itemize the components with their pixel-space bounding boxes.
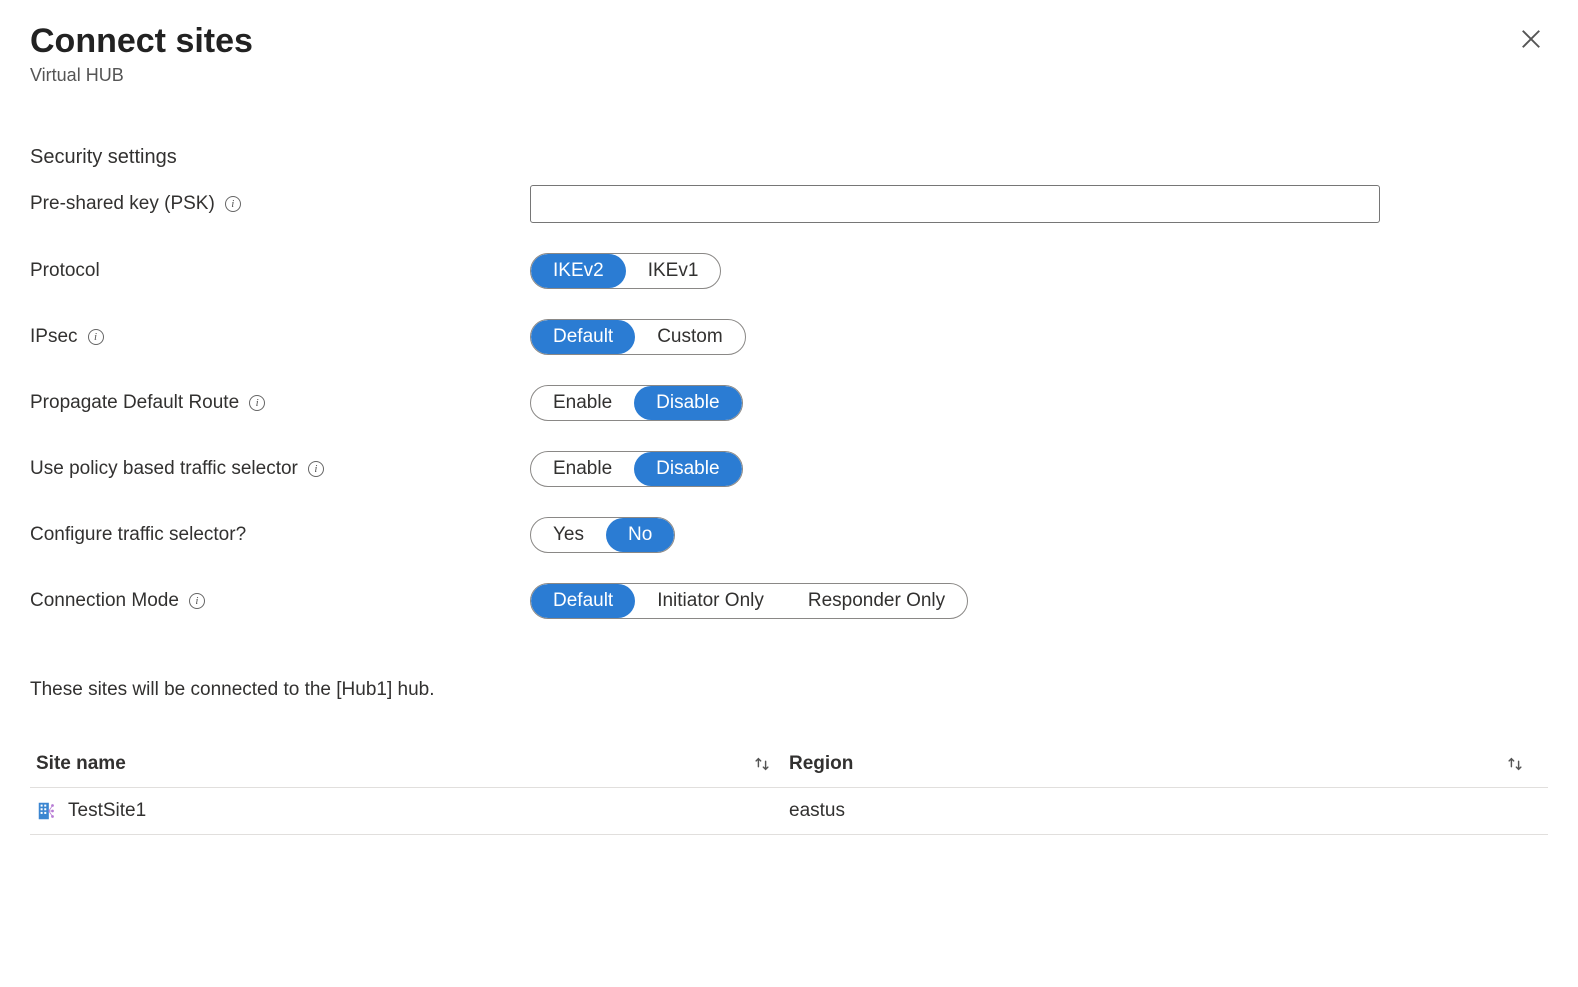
label-configure-selector: Configure traffic selector?: [30, 524, 246, 546]
close-icon: [1520, 34, 1542, 54]
label-psk: Pre-shared key (PSK): [30, 193, 215, 215]
connection-mode-toggle: Default Initiator Only Responder Only: [530, 583, 968, 619]
info-icon[interactable]: i: [249, 395, 265, 411]
propagate-toggle: Enable Disable: [530, 385, 743, 421]
sites-hint-text: These sites will be connected to the [Hu…: [30, 679, 1548, 701]
ipsec-option-custom[interactable]: Custom: [635, 320, 744, 354]
page-title: Connect sites: [30, 22, 253, 61]
label-policy-selector: Use policy based traffic selector: [30, 458, 298, 480]
sites-table: Site name Region: [30, 741, 1548, 835]
column-header-site-name[interactable]: Site name: [36, 753, 126, 775]
connmode-option-responder[interactable]: Responder Only: [786, 584, 967, 618]
policy-selector-toggle: Enable Disable: [530, 451, 743, 487]
policy-option-disable[interactable]: Disable: [634, 452, 741, 486]
info-icon[interactable]: i: [308, 461, 324, 477]
configure-option-no[interactable]: No: [606, 518, 674, 552]
page-subtitle: Virtual HUB: [30, 65, 253, 86]
column-header-region[interactable]: Region: [789, 753, 853, 775]
protocol-toggle: IKEv2 IKEv1: [530, 253, 721, 289]
site-icon: [36, 800, 58, 822]
label-protocol: Protocol: [30, 260, 100, 282]
label-propagate: Propagate Default Route: [30, 392, 239, 414]
table-row[interactable]: TestSite1 eastus: [30, 788, 1548, 835]
protocol-option-ikev1[interactable]: IKEv1: [626, 254, 721, 288]
ipsec-toggle: Default Custom: [530, 319, 746, 355]
close-button[interactable]: [1514, 22, 1548, 61]
policy-option-enable[interactable]: Enable: [531, 452, 634, 486]
label-ipsec: IPsec: [30, 326, 78, 348]
label-connection-mode: Connection Mode: [30, 590, 179, 612]
configure-option-yes[interactable]: Yes: [531, 518, 606, 552]
cell-site-name: TestSite1: [68, 800, 146, 822]
protocol-option-ikev2[interactable]: IKEv2: [531, 254, 626, 288]
info-icon[interactable]: i: [189, 593, 205, 609]
connmode-option-initiator[interactable]: Initiator Only: [635, 584, 786, 618]
cell-region: eastus: [789, 800, 845, 821]
info-icon[interactable]: i: [88, 329, 104, 345]
connmode-option-default[interactable]: Default: [531, 584, 635, 618]
sort-icon[interactable]: [753, 755, 789, 773]
sort-icon[interactable]: [1506, 755, 1542, 773]
section-heading-security: Security settings: [30, 146, 1548, 169]
configure-selector-toggle: Yes No: [530, 517, 675, 553]
psk-input[interactable]: [530, 185, 1380, 223]
info-icon[interactable]: i: [225, 196, 241, 212]
ipsec-option-default[interactable]: Default: [531, 320, 635, 354]
propagate-option-enable[interactable]: Enable: [531, 386, 634, 420]
propagate-option-disable[interactable]: Disable: [634, 386, 741, 420]
